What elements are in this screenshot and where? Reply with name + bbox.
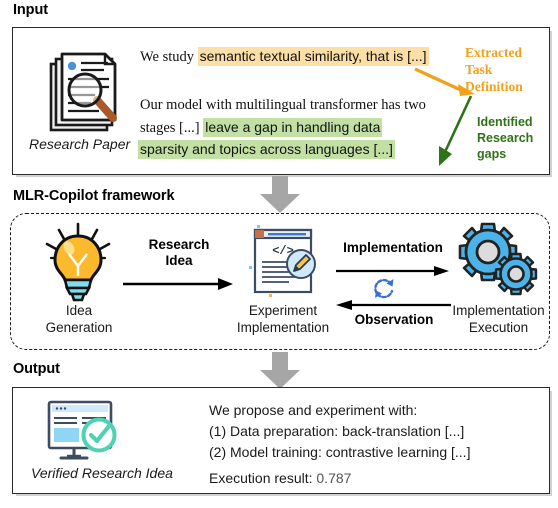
arrow-observation-icon [336, 298, 451, 312]
framework-panel: Idea Generation Research Idea </> Experi… [10, 213, 550, 350]
research-gap-highlight-2: sparsity and topics across languages [..… [138, 140, 395, 159]
input-section-heading: Input [13, 2, 48, 18]
annotation-gaps-line-2: Research [477, 131, 534, 145]
framework-section-heading: MLR-Copilot framework [13, 188, 175, 204]
gears-icon [454, 222, 542, 304]
idea-generation-line-2: Generation [45, 320, 113, 335]
node-label-implementation-execution: Implementation Execution [436, 302, 558, 336]
extracted-task-annotation: Extracted Task Definition [465, 44, 523, 95]
input-sentence-1-prefix: We study [140, 49, 198, 65]
experiment-implementation-line-1: Experiment [248, 303, 318, 318]
edge-label-research-idea: Research Idea [124, 237, 234, 269]
research-paper-icon [43, 46, 133, 134]
input-sentence-2-prefix: stages [...] [140, 120, 204, 136]
output-line-2: (1) Data preparation: back-translation [… [209, 423, 465, 439]
arrow-research-idea-icon [123, 276, 235, 292]
output-section-heading: Output [13, 361, 60, 377]
research-idea-line-1: Research [148, 237, 210, 252]
annotation-gaps-line-3: gaps [477, 147, 507, 161]
output-panel: Verified Research Idea We propose and ex… [12, 387, 550, 494]
input-sentence-1: We study semantic textual similarity, th… [140, 47, 429, 66]
implementation-edge-line-1: Implementation [343, 240, 443, 255]
input-sentence-2-line-2: stages [...] leave a gap in handling dat… [140, 118, 383, 137]
research-idea-line-2: Idea [165, 253, 193, 268]
lightbulb-icon [33, 222, 123, 304]
input-sentence-2-text: Our model with multilingual transformer … [140, 97, 426, 113]
input-sentence-2-line-3: sparsity and topics across languages [..… [138, 140, 395, 159]
idea-generation-line-1: Idea [65, 303, 93, 318]
edge-label-implementation: Implementation [323, 240, 463, 256]
experiment-implementation-line-2: Implementation [236, 320, 330, 335]
connector-arrow-input-to-framework [258, 176, 302, 214]
code-document-icon: </> [239, 222, 325, 304]
execution-result-row: Execution result: 0.787 [209, 470, 351, 486]
extracted-task-highlight: semantic textual similarity, that is [..… [197, 47, 429, 66]
research-paper-caption: Research Paper [29, 136, 131, 152]
output-line-3: (2) Model training: contrastive learning… [209, 444, 471, 460]
input-sentence-2-line-1: Our model with multilingual transformer … [140, 96, 426, 114]
output-line-1: We propose and experiment with: [209, 402, 418, 418]
node-label-experiment-implementation: Experiment Implementation [223, 302, 343, 336]
execution-result-label: Execution result: [209, 470, 317, 486]
research-gaps-annotation: Identified Research gaps [477, 114, 533, 162]
execution-result-value: 0.787 [316, 470, 352, 486]
connector-arrow-framework-to-output [258, 352, 302, 390]
annotation-task-line-2: Task [465, 62, 493, 77]
annotation-task-line-1: Extracted [465, 45, 522, 60]
annotation-gaps-line-1: Identified [477, 115, 533, 129]
research-gap-highlight-1: leave a gap in handling data [203, 118, 383, 137]
verified-monitor-icon [41, 398, 137, 464]
implementation-execution-line-2: Execution [468, 320, 529, 335]
input-panel: Research Paper We study semantic textual… [12, 27, 550, 175]
implementation-execution-line-1: Implementation [452, 303, 545, 318]
verified-research-idea-caption: Verified Research Idea [31, 465, 173, 481]
node-label-idea-generation: Idea Generation [23, 302, 135, 336]
